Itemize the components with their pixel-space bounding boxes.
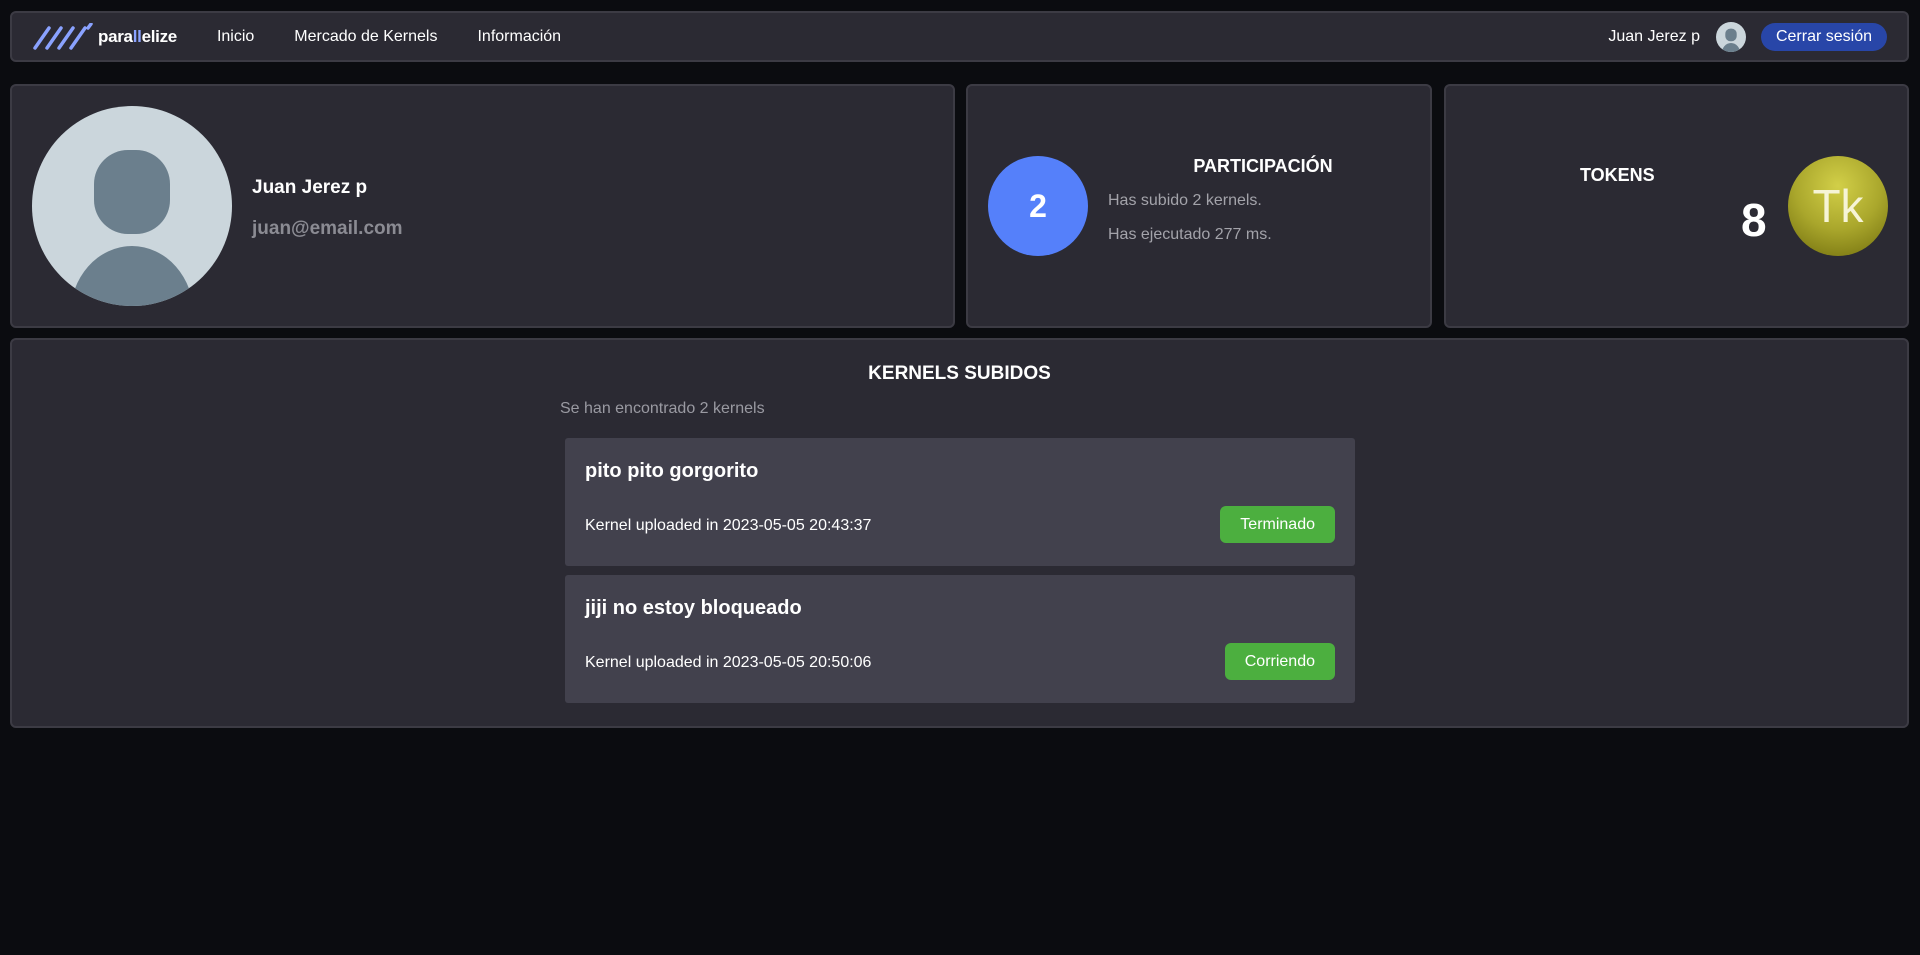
token-coin-icon: Tk <box>1788 156 1888 256</box>
kernel-upload-date: Kernel uploaded in 2023-05-05 20:50:06 <box>585 654 872 671</box>
slashes-logo-icon <box>33 22 93 50</box>
tokens-value: 8 <box>1741 194 1767 246</box>
brand-logo[interactable]: parallelize <box>32 13 177 60</box>
nav-link-mercado-kernels[interactable]: Mercado de Kernels <box>294 28 437 46</box>
user-avatar-icon[interactable] <box>1715 21 1746 52</box>
nav-link-inicio[interactable]: Inicio <box>217 28 254 46</box>
tokens-title: TOKENS <box>1580 165 1655 185</box>
kernel-name: jiji no estoy bloqueado <box>585 597 802 619</box>
kernel-upload-date: Kernel uploaded in 2023-05-05 20:43:37 <box>585 517 872 534</box>
participation-card: 2 PARTICIPACIÓN Has subido 2 kernels. Ha… <box>966 84 1432 328</box>
nav-link-informacion[interactable]: Información <box>477 28 561 46</box>
kernel-status-badge[interactable]: Terminado <box>1220 506 1335 543</box>
participation-title: PARTICIPACIÓN <box>1193 156 1333 176</box>
participation-executed-text: Has ejecutado 277 ms. <box>1108 226 1272 243</box>
nav-user-name[interactable]: Juan Jerez p <box>1608 28 1700 46</box>
top-navbar: parallelize Inicio Mercado de Kernels In… <box>10 11 1909 62</box>
uploaded-kernels-panel: KERNELS SUBIDOS Se han encontrado 2 kern… <box>10 338 1909 728</box>
profile-card: Juan Jerez p juan@email.com <box>10 84 955 328</box>
user-avatar-icon <box>32 106 232 306</box>
tokens-card: TOKENS 8 Tk <box>1444 84 1909 328</box>
logout-button[interactable]: Cerrar sesión <box>1760 22 1887 51</box>
kernels-title: KERNELS SUBIDOS <box>868 363 1051 384</box>
kernel-list-item[interactable]: jiji no estoy bloqueado Kernel uploaded … <box>565 575 1355 703</box>
nav-user-area: Juan Jerez p Cerrar sesión <box>1608 21 1887 52</box>
kernel-name: pito pito gorgorito <box>585 460 759 482</box>
kernel-status-badge[interactable]: Corriendo <box>1224 643 1335 680</box>
brand-name: parallelize <box>98 26 177 46</box>
kernels-count-text: Se han encontrado 2 kernels <box>560 400 765 417</box>
participation-count-badge: 2 <box>988 156 1088 256</box>
kernel-list-item[interactable]: pito pito gorgorito Kernel uploaded in 2… <box>565 438 1355 566</box>
profile-email: juan@email.com <box>252 218 403 239</box>
participation-uploaded-text: Has subido 2 kernels. <box>1108 192 1262 209</box>
profile-name: Juan Jerez p <box>252 177 368 198</box>
